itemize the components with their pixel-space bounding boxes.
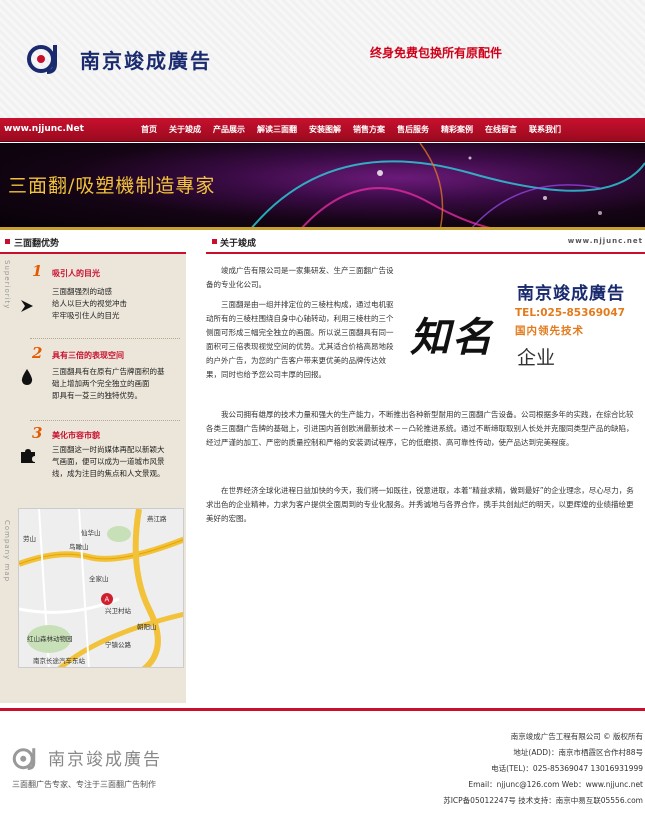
puzzle-icon: [21, 449, 35, 463]
map-label: 鸟瞰山: [69, 543, 89, 551]
feature-line: 三面翻强烈的动感: [52, 287, 112, 296]
right-heading: 关于竣成: [220, 239, 257, 249]
nav-explain[interactable]: 解读三面翻: [251, 118, 303, 142]
feature-line: 气画面，便可以成为一道城市风景: [52, 457, 165, 466]
left-sidebar: 三面翻优势 Superiority Company map 1 吸引人的目光 三…: [0, 230, 186, 703]
right-heading-bar: 关于竣成 www.njjunc.net: [206, 230, 645, 254]
about-paragraph-3: 我公司拥有雄厚的技术力量和强大的生产能力，不断推出各种新型耐用的三面翻广告设备。…: [206, 410, 634, 447]
badge-tech-claim: 国内领先技术: [515, 325, 584, 337]
nav-about[interactable]: 关于竣成: [163, 118, 207, 142]
feature-line: 础上增加两个完全独立的画面: [52, 379, 150, 388]
badge-enterprise: 企业: [517, 347, 556, 369]
feature-number: 3: [32, 424, 43, 442]
about-paragraph-1: 竣成广告有限公司是一家集研发、生产三面翻广告设备的专业化公司。: [206, 266, 394, 289]
feature-number: 1: [32, 262, 43, 280]
feature-line: 三面翻这一时尚媒体再配以新颖大: [52, 445, 165, 454]
map-label: 燕江路: [147, 515, 167, 523]
company-logo-icon: [27, 45, 57, 74]
feature-line: 三面翻具有在原有广告牌面积的基: [52, 367, 165, 376]
company-location-map[interactable]: A 劳山 仙华山 鸟瞰山 全家山 兴卫村站 朝阳山 红山森林动物园 南京长途汽车…: [18, 508, 184, 668]
about-paragraph-2: 三面翻是由一组并排定位的三棱柱构成，通过电机驱动所有的三棱柱围绕自身中心轴转动，…: [206, 300, 394, 379]
badge-company-name: 南京竣成廣告: [517, 284, 625, 304]
superiority-side-label: Superiority: [3, 260, 11, 310]
footer-company-name: 南京竣成廣告: [48, 750, 162, 770]
footer-phone: 电话(TEL)：025-85369047 13016931999: [491, 764, 643, 773]
page: 南京竣成廣告 终身免费包换所有原配件 www.njjunc.Net 首页 关于竣…: [0, 0, 645, 819]
left-heading-bar: 三面翻优势: [0, 230, 186, 254]
footer-copyright: 南京竣成广告工程有限公司 © 版权所有: [510, 732, 643, 741]
footer-address: 地址(ADD)：南京市栖霞区合作村88号: [513, 748, 643, 757]
company-map-side-label: Company map: [3, 520, 11, 583]
badge-telephone: TEL:025-85369047: [515, 307, 625, 319]
square-bullet-icon: [5, 239, 10, 244]
brand-badge: 南京竣成廣告 TEL:025-85369047 国内领先技术 知名 企业: [405, 275, 640, 380]
feature-line: 线，成为注目的焦点和人文景观。: [52, 469, 165, 478]
svg-text:A: A: [105, 596, 110, 604]
map-label: 仙华山: [81, 529, 101, 537]
left-heading: 三面翻优势: [14, 239, 60, 249]
footer-divider: [0, 708, 645, 711]
nav-contact[interactable]: 联系我们: [523, 118, 567, 142]
droplet-icon: [21, 369, 33, 385]
badge-famous-calligraphy: 知名: [410, 314, 494, 361]
feature-title: 具有三倍的表现空间: [52, 351, 124, 360]
map-label: 兴卫村站: [105, 607, 131, 615]
square-bullet-icon: [212, 239, 217, 244]
nav-home[interactable]: 首页: [135, 118, 163, 142]
feature-title: 吸引人的目光: [52, 269, 100, 278]
map-label: 宁镇公路: [105, 641, 131, 649]
map-label: 红山森林动物园: [27, 635, 73, 643]
nav-cases[interactable]: 精彩案例: [435, 118, 479, 142]
header: 南京竣成廣告 终身免费包换所有原配件: [0, 0, 645, 118]
nav-message[interactable]: 在线留言: [479, 118, 523, 142]
map-label: 全家山: [89, 575, 109, 583]
feature-title: 美化市容市貌: [52, 431, 100, 440]
footer-tagline: 三面翻广告专家、专注于三面翻广告制作: [12, 780, 156, 789]
footer-icp-support[interactable]: 苏ICP备05012247号 技术支持：南京中易互联05556.com: [443, 795, 643, 806]
nav-items: 首页 关于竣成 产品展示 解读三面翻 安装图解 销售方案 售后服务 精彩案例 在…: [135, 118, 567, 142]
feature-line: 给人以巨大的视觉冲击: [52, 299, 127, 308]
slogan: 终身免费包换所有原配件: [370, 46, 503, 60]
main-nav: www.njjunc.Net 首页 关于竣成 产品展示 解读三面翻 安装图解 销…: [0, 118, 645, 142]
feature-number: 2: [32, 344, 43, 362]
company-name: 南京竣成廣告: [80, 49, 212, 73]
map-roads-graphic: A: [19, 509, 183, 667]
nav-install[interactable]: 安装图解: [303, 118, 347, 142]
map-label: 南京长途汽车东站: [33, 657, 85, 665]
nav-sales[interactable]: 销售方案: [347, 118, 391, 142]
footer-logo-icon: [12, 748, 36, 770]
footer-email-web[interactable]: Email：njjunc@126.com Web：www.njjunc.net: [468, 779, 643, 790]
banner: 三面翻/吸塑機制造專家: [0, 143, 645, 230]
site-url: www.njjunc.Net: [4, 124, 84, 134]
arrow-right-icon: [21, 300, 33, 312]
about-paragraph-4: 在世界经济全球化进程日益加快的今天，我们将一如既往，锐意进取，本着“精益求精，做…: [206, 486, 634, 523]
banner-title: 三面翻/吸塑機制造專家: [8, 175, 216, 197]
nav-products[interactable]: 产品展示: [207, 118, 251, 142]
divider: [30, 338, 180, 339]
divider: [30, 420, 180, 421]
site-url-small: www.njjunc.net: [567, 237, 643, 245]
feature-line: 牢牢吸引住人的目光: [52, 311, 120, 320]
feature-line: 即具有一芟三的独特优势。: [52, 391, 142, 400]
map-label: 劳山: [23, 535, 36, 543]
nav-service[interactable]: 售后服务: [391, 118, 435, 142]
map-label: 朝阳山: [137, 623, 157, 631]
